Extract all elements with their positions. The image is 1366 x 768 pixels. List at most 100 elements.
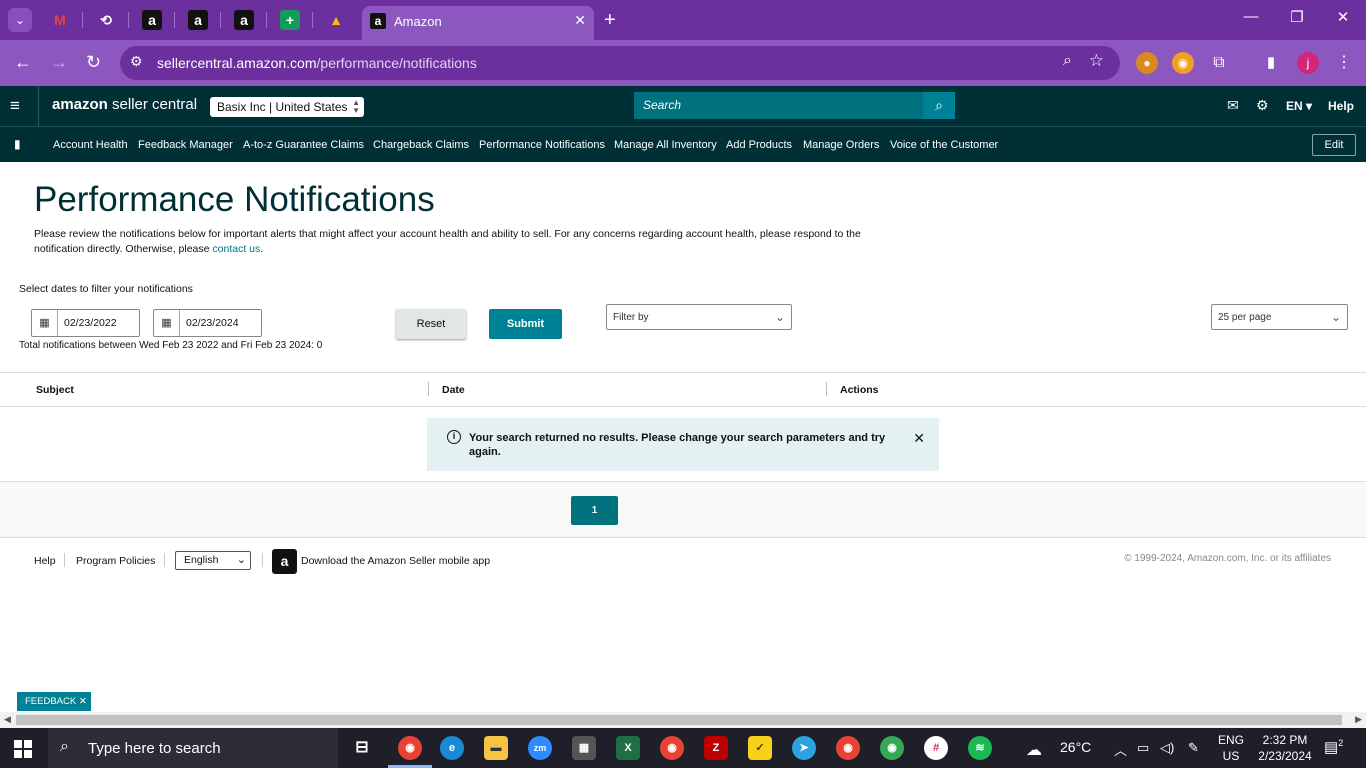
chrome-profile-icon[interactable]: ◉ — [660, 736, 684, 760]
bookmark-icon[interactable]: ▮ — [14, 137, 21, 151]
site-info-icon[interactable]: ⚙ — [130, 53, 143, 70]
history-tab-icon[interactable]: ⟲ — [96, 10, 116, 30]
system-clock[interactable]: 2:32 PM 2/23/2024 — [1252, 732, 1318, 764]
close-alert-icon[interactable]: ✕ — [913, 430, 925, 447]
chrome-taskbar-icon[interactable]: ◉ — [398, 736, 422, 760]
hamburger-menu-icon[interactable]: ≡ — [10, 96, 20, 116]
feedback-tab[interactable]: FEEDBACK ✕ — [17, 692, 91, 711]
nav-a-to-z-claims[interactable]: A-to-z Guarantee Claims — [243, 139, 364, 151]
account-selector[interactable]: Basix Inc | United States ▲ ▼ — [210, 97, 364, 117]
task-view-icon[interactable]: ⊟ — [350, 736, 374, 760]
slack-icon[interactable]: # — [924, 736, 948, 760]
tab-search-dropdown-icon[interactable]: ⌄ — [8, 8, 32, 32]
start-date-value: 02/23/2022 — [64, 317, 117, 329]
search-input[interactable] — [634, 92, 924, 118]
column-header-date[interactable]: Date — [442, 384, 465, 396]
volume-icon[interactable]: ◁) — [1160, 740, 1174, 756]
search-button[interactable]: ⌕ — [923, 92, 955, 119]
browser-menu-icon[interactable]: ⋮ — [1333, 52, 1355, 74]
nav-performance-notifications[interactable]: Performance Notifications — [479, 139, 605, 151]
nav-account-health[interactable]: Account Health — [53, 139, 128, 151]
notification-center-icon[interactable]: ▤2 — [1324, 738, 1343, 756]
scroll-left-icon[interactable]: ◀ — [4, 714, 11, 725]
amazon-tab-icon[interactable]: a — [234, 10, 254, 30]
active-tab[interactable]: a Amazon ✕ — [362, 6, 594, 40]
weather-temperature[interactable]: 26°C — [1060, 739, 1091, 755]
file-explorer-icon[interactable]: ▬ — [484, 736, 508, 760]
close-tab-icon[interactable]: ✕ — [574, 12, 586, 29]
amazon-tab-icon[interactable]: a — [188, 10, 208, 30]
scrollbar-thumb[interactable] — [16, 715, 1342, 725]
reload-icon[interactable]: ↻ — [86, 52, 101, 73]
drive-tab-icon[interactable]: ▲ — [326, 10, 346, 30]
extension-icon[interactable]: ● — [1136, 52, 1158, 74]
amazon-seller-app-icon[interactable]: a — [272, 549, 297, 574]
nav-voice-of-customer[interactable]: Voice of the Customer — [890, 139, 998, 151]
download-app-link[interactable]: Download the Amazon Seller mobile app — [301, 555, 490, 567]
header-search-box[interactable] — [634, 92, 924, 119]
extension-icon[interactable]: ◉ — [1172, 52, 1194, 74]
side-panel-icon[interactable]: ▮ — [1260, 52, 1282, 74]
mail-icon[interactable]: ✉ — [1227, 97, 1239, 114]
horizontal-scrollbar[interactable]: ◀ ▶ — [0, 712, 1366, 728]
url-text[interactable]: sellercentral.amazon.com/performance/not… — [157, 55, 477, 71]
telegram-icon[interactable]: ➤ — [792, 736, 816, 760]
start-date-field[interactable]: ▦ 02/23/2022 — [31, 309, 140, 337]
gmail-tab-icon[interactable]: M — [50, 10, 70, 30]
sheets-tab-icon[interactable]: + — [280, 10, 300, 30]
nav-manage-all-inventory[interactable]: Manage All Inventory — [614, 139, 717, 151]
program-policies-link[interactable]: Program Policies — [76, 555, 155, 567]
windows-start-icon[interactable] — [14, 740, 32, 758]
spotify-icon[interactable]: ≋ — [968, 736, 992, 760]
input-language-indicator[interactable]: ENG US — [1218, 732, 1244, 764]
taskbar-search-box[interactable]: ⌕ Type here to search — [48, 728, 338, 768]
filter-by-select[interactable]: Filter by ⌄ — [606, 304, 792, 330]
contact-us-link[interactable]: contact us — [212, 243, 260, 255]
restore-icon[interactable]: ❐ — [1282, 8, 1312, 26]
show-hidden-icons-icon[interactable]: ︿ — [1114, 740, 1127, 759]
edit-nav-button[interactable]: Edit — [1312, 134, 1356, 156]
language-selector[interactable]: EN ▾ — [1286, 99, 1312, 113]
end-date-field[interactable]: ▦ 02/23/2024 — [153, 309, 262, 337]
nav-manage-orders[interactable]: Manage Orders — [803, 139, 879, 151]
scroll-right-icon[interactable]: ▶ — [1355, 714, 1362, 725]
filezilla-icon[interactable]: Z — [704, 736, 728, 760]
submit-button[interactable]: Submit — [489, 309, 562, 339]
profile-avatar[interactable]: j — [1297, 52, 1319, 74]
weather-icon[interactable]: ☁ — [1026, 740, 1042, 760]
sticky-notes-icon[interactable]: ✓ — [748, 736, 772, 760]
close-window-icon[interactable]: ✕ — [1328, 8, 1358, 26]
calculator-icon[interactable]: ▦ — [572, 736, 596, 760]
bookmark-star-icon[interactable]: ☆ — [1089, 51, 1104, 71]
seller-central-logo[interactable]: amazon seller central — [52, 96, 197, 113]
nav-add-products[interactable]: Add Products — [726, 139, 792, 151]
footer-help-link[interactable]: Help — [34, 555, 56, 567]
url-omnibox[interactable]: ⚙ sellercentral.amazon.com/performance/n… — [120, 46, 1120, 80]
column-header-subject[interactable]: Subject — [36, 384, 74, 396]
nav-feedback-manager[interactable]: Feedback Manager — [138, 139, 233, 151]
calendar-icon[interactable]: ▦ — [154, 310, 180, 336]
back-icon[interactable]: ← — [14, 52, 32, 73]
gear-icon[interactable]: ⚙ — [1256, 97, 1269, 114]
minimize-icon[interactable]: — — [1236, 8, 1266, 25]
reset-button[interactable]: Reset — [396, 309, 466, 339]
per-page-select[interactable]: 25 per page ⌄ — [1211, 304, 1348, 330]
extensions-puzzle-icon[interactable]: ⧉ — [1208, 52, 1230, 74]
chrome-profile-icon[interactable]: ◉ — [880, 736, 904, 760]
amazon-tab-icon[interactable]: a — [142, 10, 162, 30]
zoom-app-icon[interactable]: zm — [528, 736, 552, 760]
excel-icon[interactable]: X — [616, 736, 640, 760]
calendar-icon[interactable]: ▦ — [32, 310, 58, 336]
forward-icon[interactable]: → — [50, 52, 68, 73]
edge-taskbar-icon[interactable]: e — [440, 736, 464, 760]
table-header: Subject Date Actions — [0, 373, 1366, 407]
chrome-profile-icon[interactable]: ◉ — [836, 736, 860, 760]
help-link[interactable]: Help — [1328, 99, 1354, 113]
nav-chargeback-claims[interactable]: Chargeback Claims — [373, 139, 469, 151]
new-tab-icon[interactable]: + — [604, 8, 616, 32]
zoom-icon[interactable]: ⌕ — [1063, 52, 1072, 70]
page-number-button[interactable]: 1 — [571, 496, 618, 525]
pen-icon[interactable]: ✎ — [1188, 740, 1199, 756]
footer-language-select[interactable]: English ⌄ — [175, 551, 251, 570]
battery-icon[interactable]: ▭ — [1137, 740, 1149, 756]
